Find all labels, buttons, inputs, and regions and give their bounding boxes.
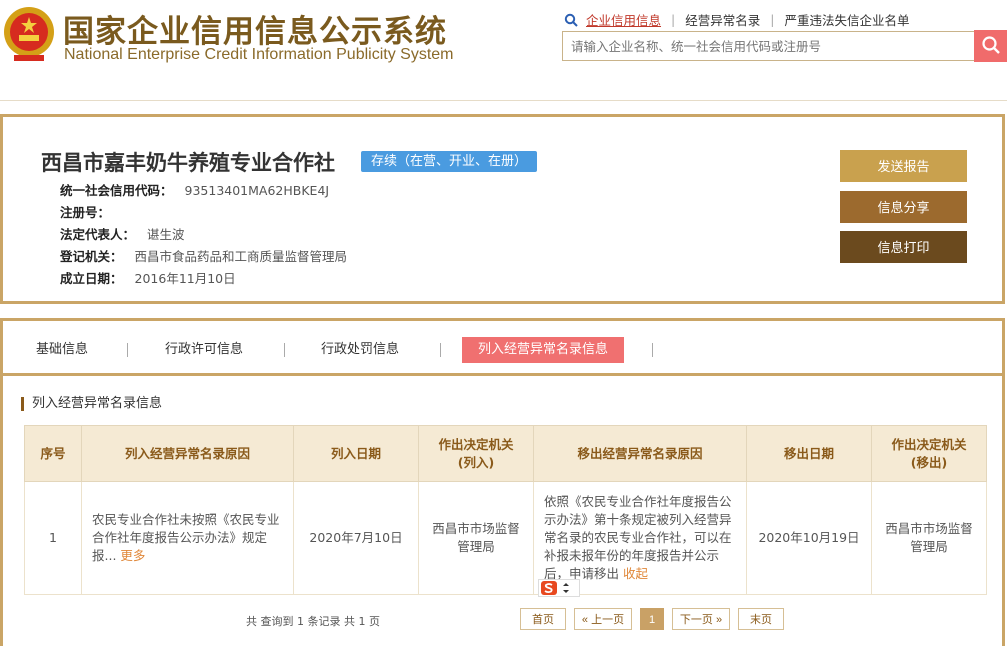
info-reg-authority: 登记机关： 西昌市食品药品和工商质量监督管理局 bbox=[60, 246, 347, 265]
nav-separator: | bbox=[770, 12, 775, 27]
share-info-button[interactable]: 信息分享 bbox=[840, 191, 967, 223]
col-header-date-in: 列入日期 bbox=[293, 425, 419, 482]
search-icon bbox=[564, 13, 578, 27]
tab-bar: 基础信息 行政许可信息 行政处罚信息 列入经营异常名录信息 bbox=[3, 321, 1002, 376]
info-value: 西昌市食品药品和工商质量监督管理局 bbox=[134, 249, 348, 264]
tab-separator bbox=[440, 343, 441, 357]
prev-page-button[interactable]: « 上一页 bbox=[574, 608, 632, 630]
last-page-button[interactable]: 末页 bbox=[738, 608, 784, 630]
collapse-link[interactable]: 收起 bbox=[623, 566, 648, 581]
ime-dropdown-icon bbox=[563, 583, 569, 593]
info-est-date: 成立日期： 2016年11月10日 bbox=[60, 268, 236, 287]
col-header-org-out: 作出决定机关 (移出) bbox=[871, 425, 987, 482]
info-label: 成立日期： bbox=[60, 271, 123, 286]
print-info-button[interactable]: 信息打印 bbox=[840, 231, 967, 263]
tab-basic-info[interactable]: 基础信息 bbox=[36, 337, 88, 363]
info-credit-code: 统一社会信用代码： 93513401MA62HBKE4J bbox=[60, 180, 329, 199]
info-legal-rep: 法定代表人： 谌生波 bbox=[60, 224, 185, 243]
col-header-reason-in: 列入经营异常名录原因 bbox=[81, 425, 294, 482]
section-title: 列入经营异常名录信息 bbox=[21, 397, 162, 411]
nav-credit-info[interactable]: 企业信用信息 bbox=[586, 10, 661, 29]
sogou-ime-icon bbox=[541, 581, 557, 595]
table-header-row: 序号 列入经营异常名录原因 列入日期 作出决定机关 (列入) 移出经营异常名录原… bbox=[24, 425, 987, 482]
col-header-date-out: 移出日期 bbox=[746, 425, 872, 482]
next-page-button[interactable]: 下一页 » bbox=[672, 608, 730, 630]
nav-abnormal-list[interactable]: 经营异常名录 bbox=[685, 10, 760, 29]
search-icon bbox=[981, 35, 1000, 54]
table-row: 1 农民专业合作社未按照《农民专业合作社年度报告公示办法》规定报... 更多 2… bbox=[24, 481, 987, 595]
tab-admin-penalty[interactable]: 行政处罚信息 bbox=[321, 337, 399, 363]
search-button[interactable] bbox=[974, 30, 1007, 62]
cell-no: 1 bbox=[24, 481, 82, 595]
current-page-button[interactable]: 1 bbox=[640, 608, 664, 630]
col-header-reason-out: 移出经营异常名录原因 bbox=[533, 425, 747, 482]
cell-org-in: 西昌市市场监督管理局 bbox=[418, 481, 534, 595]
company-info-panel: 西昌市嘉丰奶牛养殖专业合作社 存续（在营、开业、在册） 统一社会信用代码： 935… bbox=[0, 114, 1005, 304]
pager-summary: 共 查询到 1 条记录 共 1 页 bbox=[246, 615, 380, 628]
more-link[interactable]: 更多 bbox=[120, 548, 145, 563]
national-emblem-icon bbox=[4, 7, 54, 61]
cell-reason-in: 农民专业合作社未按照《农民专业合作社年度报告公示办法》规定报... 更多 bbox=[81, 481, 294, 595]
col-header-no: 序号 bbox=[24, 425, 82, 482]
send-report-button[interactable]: 发送报告 bbox=[840, 150, 967, 182]
info-value: 93513401MA62HBKE4J bbox=[184, 183, 330, 198]
cell-date-out: 2020年10月19日 bbox=[746, 481, 872, 595]
search-input[interactable] bbox=[562, 31, 975, 61]
company-name: 西昌市嘉丰奶牛养殖专业合作社 bbox=[41, 151, 335, 175]
info-reg-no: 注册号： bbox=[60, 202, 122, 221]
cell-reason-out: 依照《农民专业合作社年度报告公示办法》第十条规定被列入经营异常名录的农民专业合作… bbox=[533, 481, 747, 595]
info-value: 2016年11月10日 bbox=[134, 271, 236, 286]
tab-separator bbox=[127, 343, 128, 357]
info-label: 登记机关： bbox=[60, 249, 123, 264]
tab-admin-license[interactable]: 行政许可信息 bbox=[165, 337, 243, 363]
cell-org-out: 西昌市市场监督管理局 bbox=[871, 481, 987, 595]
col-header-org-in: 作出决定机关 (列入) bbox=[418, 425, 534, 482]
nav-blacklist[interactable]: 严重违法失信企业名单 bbox=[784, 10, 909, 29]
info-label: 统一社会信用代码： bbox=[60, 183, 173, 198]
header-divider bbox=[0, 100, 1007, 101]
info-label: 注册号： bbox=[60, 205, 111, 220]
site-header: 国家企业信用信息公示系统 National Enterprise Credit … bbox=[0, 0, 1007, 100]
abnormal-list-table: 序号 列入经营异常名录原因 列入日期 作出决定机关 (列入) 移出经营异常名录原… bbox=[24, 425, 987, 595]
tab-separator bbox=[284, 343, 285, 357]
cell-date-in: 2020年7月10日 bbox=[293, 481, 419, 595]
nav-separator: | bbox=[671, 12, 676, 27]
tab-separator bbox=[652, 343, 653, 357]
info-value: 谌生波 bbox=[147, 227, 185, 242]
status-badge: 存续（在营、开业、在册） bbox=[361, 151, 538, 172]
site-title-en: National Enterprise Credit Information P… bbox=[64, 46, 454, 63]
top-nav: 企业信用信息 | 经营异常名录 | 严重违法失信企业名单 bbox=[564, 10, 909, 29]
first-page-button[interactable]: 首页 bbox=[520, 608, 566, 630]
ime-toolbar[interactable] bbox=[538, 579, 580, 597]
detail-panel: 基础信息 行政许可信息 行政处罚信息 列入经营异常名录信息 列入经营异常名录信息… bbox=[0, 318, 1005, 646]
tab-abnormal-list[interactable]: 列入经营异常名录信息 bbox=[462, 337, 625, 363]
site-title-cn: 国家企业信用信息公示系统 bbox=[63, 14, 447, 50]
info-label: 法定代表人： bbox=[60, 227, 136, 242]
